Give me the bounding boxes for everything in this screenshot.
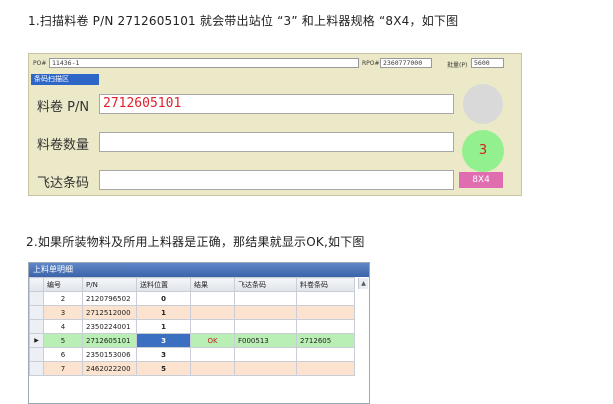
rpo-input[interactable]: 2360777000 <box>380 58 432 68</box>
reel-qty-input[interactable] <box>99 132 454 152</box>
row-marker <box>29 291 44 306</box>
cell-reel <box>296 347 355 362</box>
cell-no: 6 <box>43 347 83 362</box>
cell-result <box>190 291 235 306</box>
table-row[interactable]: 6 2350153006 3 <box>29 347 355 362</box>
row-marker <box>29 319 44 334</box>
scan-panel: PO# 11436-1 RPO# 2360777000 批量(P) 5600 条… <box>28 53 522 196</box>
cell-no: 2 <box>43 291 83 306</box>
feeder-code-label: 飞达条码 <box>37 176 90 191</box>
cell-no: 4 <box>43 319 83 334</box>
row-marker <box>29 361 44 376</box>
cell-reel <box>296 361 355 376</box>
feeder-spec-badge: 8X4 <box>459 172 503 188</box>
station-indicator: 3 <box>462 130 504 172</box>
feeder-code-input[interactable] <box>99 170 454 190</box>
cell-reel <box>296 291 355 306</box>
scroll-up-arrow-icon[interactable]: ▲ <box>358 278 368 289</box>
cell-pn: 2120796502 <box>82 291 137 306</box>
cell-reel <box>296 305 355 320</box>
cell-reel: 2712605 <box>296 333 355 348</box>
column-header[interactable]: 飞达条码 <box>234 277 297 292</box>
reel-pn-label: 料卷 P/N <box>37 100 90 115</box>
table-row-selected[interactable]: ▶ 5 2712605101 3 OK F000513 2712605 <box>29 333 355 348</box>
cell-feeder <box>234 291 297 306</box>
row-marker: ▶ <box>29 333 44 348</box>
cell-reel <box>296 319 355 334</box>
cell-feeder <box>234 319 297 334</box>
cell-result <box>190 361 235 376</box>
column-header[interactable]: 结果 <box>190 277 235 292</box>
cell-feeder <box>234 361 297 376</box>
cell-result <box>190 305 235 320</box>
detail-grid: 上料单明细 编号 P/N 送料位置 结果 飞达条码 料卷条码 2 2120796… <box>28 262 370 404</box>
cell-no: 3 <box>43 305 83 320</box>
table-row[interactable]: 3 2712512000 1 <box>29 305 355 320</box>
cell-pn: 2712512000 <box>82 305 137 320</box>
order-info-bar: PO# 11436-1 RPO# 2360777000 批量(P) 5600 <box>29 54 521 72</box>
po-label: PO# <box>33 60 47 67</box>
column-header[interactable]: 编号 <box>43 277 83 292</box>
status-indicator <box>463 84 503 124</box>
table-row[interactable]: 7 2462022200 5 <box>29 361 355 376</box>
cell-no: 5 <box>43 333 83 348</box>
cell-result: OK <box>190 333 235 348</box>
cell-no: 7 <box>43 361 83 376</box>
column-header[interactable]: P/N <box>82 277 137 292</box>
table-row[interactable]: 4 2350224001 1 <box>29 319 355 334</box>
reel-qty-label: 料卷数量 <box>37 138 90 153</box>
cell-feeder <box>234 305 297 320</box>
cell-pos: 5 <box>136 361 191 376</box>
po-input[interactable]: 11436-1 <box>49 58 359 68</box>
row-marker <box>29 347 44 362</box>
header-selector <box>29 277 44 292</box>
detail-table: 编号 P/N 送料位置 结果 飞达条码 料卷条码 2 2120796502 0 … <box>29 277 355 376</box>
qty-input[interactable]: 5600 <box>471 58 504 68</box>
table-row[interactable]: 2 2120796502 0 <box>29 291 355 306</box>
cell-pos: 0 <box>136 291 191 306</box>
cell-feeder: F000513 <box>234 333 297 348</box>
cell-feeder <box>234 347 297 362</box>
grid-title: 上料单明细 <box>29 263 369 277</box>
cell-pos: 3 <box>136 333 191 348</box>
table-header: 编号 P/N 送料位置 结果 飞达条码 料卷条码 <box>29 277 355 292</box>
cell-pos: 1 <box>136 319 191 334</box>
cell-pos: 1 <box>136 305 191 320</box>
cell-result <box>190 347 235 362</box>
column-header[interactable]: 送料位置 <box>136 277 191 292</box>
column-header[interactable]: 料卷条码 <box>296 277 355 292</box>
qty-label: 批量(P) <box>447 62 468 69</box>
step1-caption: 1.扫描料卷 P/N 2712605101 就会带出站位 “3” 和上料器规格 … <box>28 14 459 28</box>
cell-pn: 2350153006 <box>82 347 137 362</box>
rpo-label: RPO# <box>362 60 380 67</box>
cell-result <box>190 319 235 334</box>
reel-pn-input[interactable]: 2712605101 <box>99 94 454 114</box>
cell-pn: 2712605101 <box>82 333 137 348</box>
section-tag: 条码扫描区 <box>31 74 99 85</box>
cell-pos: 3 <box>136 347 191 362</box>
row-marker <box>29 305 44 320</box>
cell-pn: 2350224001 <box>82 319 137 334</box>
cell-pn: 2462022200 <box>82 361 137 376</box>
step2-caption: 2.如果所装物料及所用上料器是正确，那结果就显示OK,如下图 <box>26 235 365 249</box>
